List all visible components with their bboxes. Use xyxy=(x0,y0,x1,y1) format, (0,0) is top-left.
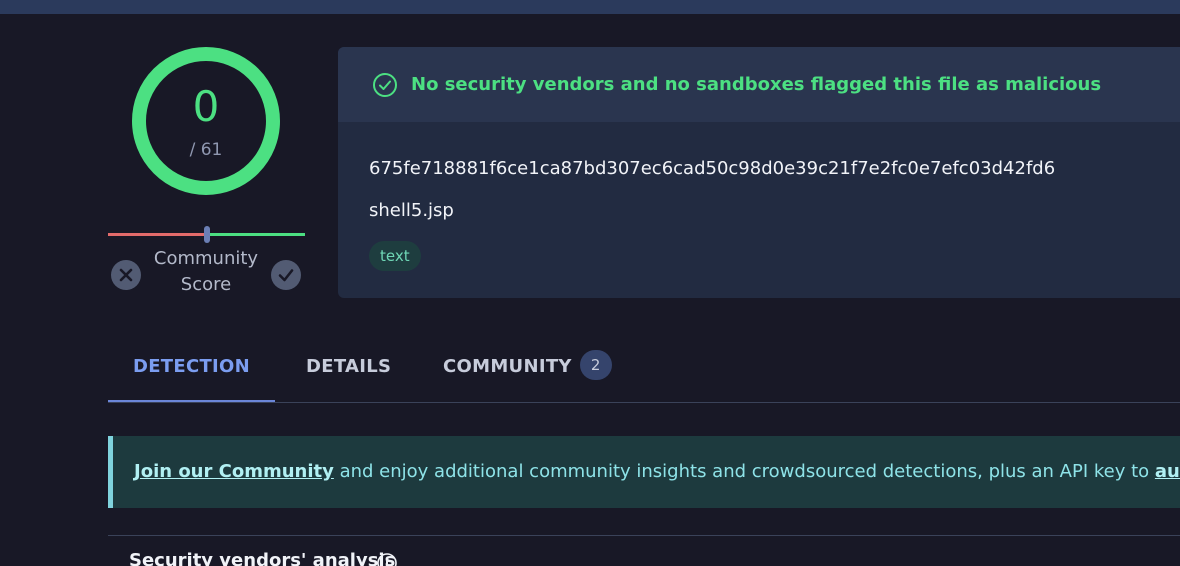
slider-negative-bar xyxy=(108,233,206,236)
detection-count: 0 xyxy=(192,82,220,131)
slider-positive-bar xyxy=(206,233,305,236)
tab-details[interactable]: DETAILS xyxy=(306,342,391,402)
file-name: shell5.jsp xyxy=(369,200,454,221)
analysis-status-text: No security vendors and no sandboxes fla… xyxy=(411,74,1102,95)
detection-total: / 61 xyxy=(189,140,223,160)
join-community-link[interactable]: Join our Community xyxy=(134,461,334,482)
slider-handle xyxy=(204,226,210,243)
tab-community-label: COMMUNITY xyxy=(443,356,572,377)
community-banner: Join our Community and enjoy additional … xyxy=(108,436,1180,508)
tabs-divider xyxy=(108,402,1180,403)
banner-text: Join our Community and enjoy additional … xyxy=(134,459,1180,485)
vote-malicious-button[interactable] xyxy=(111,260,141,290)
file-summary-card: No security vendors and no sandboxes fla… xyxy=(338,47,1180,298)
info-icon[interactable] xyxy=(376,552,398,566)
community-score-label: Community Score xyxy=(153,248,259,295)
file-tag-badge[interactable]: text xyxy=(369,241,421,271)
page: 0 / 61 Community Score No security vendo… xyxy=(0,0,1180,566)
tab-detection-label: DETECTION xyxy=(132,356,251,377)
section-divider xyxy=(108,535,1180,536)
summary-header: No security vendors and no sandboxes fla… xyxy=(338,47,1180,122)
vote-harmless-button[interactable] xyxy=(271,260,301,290)
community-count-badge: 2 xyxy=(579,350,612,380)
x-icon xyxy=(119,268,133,282)
tab-details-label: DETAILS xyxy=(306,356,392,377)
check-icon xyxy=(278,269,294,282)
file-hash[interactable]: 675fe718881f6ce1ca87bd307ec6cad50c98d0e3… xyxy=(369,156,1055,182)
community-score-slider xyxy=(108,226,305,244)
section-heading: Security vendors' analysis xyxy=(129,550,396,566)
check-circle-icon xyxy=(373,73,397,97)
tab-detection[interactable]: DETECTION xyxy=(108,342,275,402)
top-bar xyxy=(0,0,1180,14)
automate-link[interactable]: automa xyxy=(1155,461,1180,482)
tab-bar: DETECTION DETAILS COMMUNITY 2 xyxy=(108,342,1180,404)
tab-community[interactable]: COMMUNITY 2 xyxy=(443,342,612,402)
banner-body-text: and enjoy additional community insights … xyxy=(333,461,1155,482)
detection-score-ring: 0 / 61 xyxy=(131,46,281,196)
